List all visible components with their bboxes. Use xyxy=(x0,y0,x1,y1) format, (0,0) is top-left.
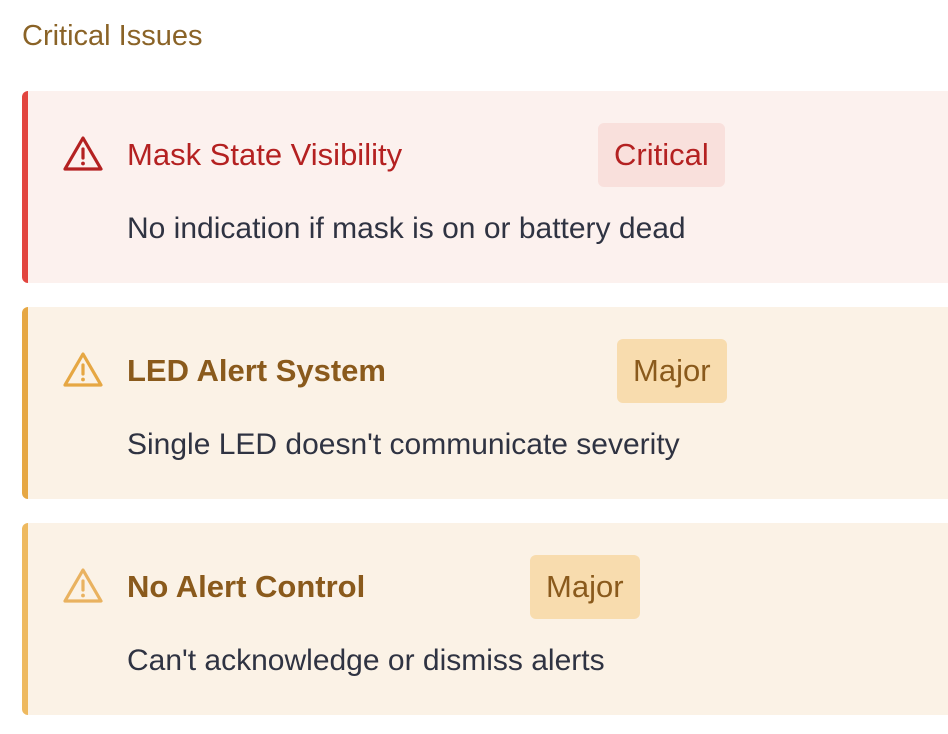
severity-badge: Critical xyxy=(598,123,725,187)
issue-description: Single LED doesn't communicate severity xyxy=(127,428,680,461)
severity-badge: Major xyxy=(617,339,727,403)
issue-card-major[interactable]: No Alert Control Major Can't acknowledge… xyxy=(22,523,948,715)
issue-card-critical[interactable]: Mask State Visibility Critical No indica… xyxy=(22,91,948,283)
issue-card-major[interactable]: LED Alert System Major Single LED doesn'… xyxy=(22,307,948,499)
warning-triangle-icon xyxy=(63,352,103,387)
warning-triangle-icon xyxy=(63,568,103,603)
issue-title: Mask State Visibility xyxy=(127,137,403,172)
issue-description: No indication if mask is on or battery d… xyxy=(127,212,686,245)
issue-title: LED Alert System xyxy=(127,353,386,388)
section-title: Critical Issues xyxy=(22,20,203,52)
severity-badge: Major xyxy=(530,555,640,619)
warning-triangle-icon xyxy=(63,136,103,171)
issue-title: No Alert Control xyxy=(127,569,366,604)
issue-description: Can't acknowledge or dismiss alerts xyxy=(127,644,605,677)
